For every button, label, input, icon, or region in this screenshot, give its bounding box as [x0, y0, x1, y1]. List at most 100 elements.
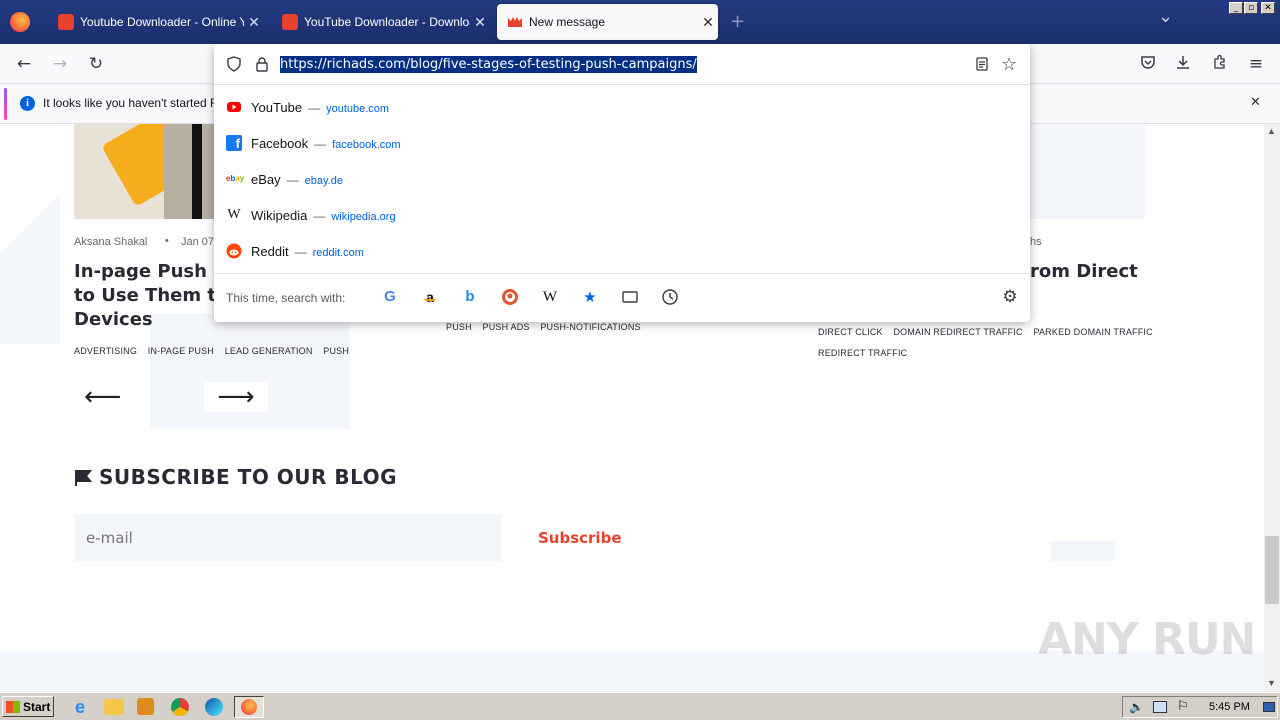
tag-link[interactable]: DOMAIN REDIRECT TRAFFIC — [893, 327, 1022, 337]
article-author[interactable]: Aksana Shakal — [74, 236, 147, 248]
anyrun-watermark: ANY RUN — [1038, 614, 1256, 665]
suggestion-name: YouTube — [251, 99, 303, 115]
suggestion-domain: ebay.de — [304, 174, 343, 187]
network-icon[interactable] — [1153, 701, 1167, 713]
system-tray: 🔈 ⚐ 5:45 PM — [1122, 696, 1278, 718]
reload-icon[interactable]: ↻ — [86, 54, 106, 74]
restore-button[interactable]: ▫ — [1244, 2, 1258, 14]
suggestion-dash: — — [286, 172, 299, 187]
scroll-thumb[interactable] — [1265, 536, 1279, 604]
email-input[interactable] — [74, 514, 502, 561]
firefox-menu-icon[interactable] — [10, 12, 30, 32]
article-thumbnail[interactable] — [74, 124, 214, 219]
tab-new-message[interactable]: New message ✕ — [497, 4, 718, 40]
thumbnail-shape — [164, 124, 214, 219]
tabs-icon[interactable] — [621, 288, 639, 306]
suggestion-dash: — — [294, 244, 307, 259]
new-tab-button[interactable]: + — [730, 11, 745, 32]
list-all-tabs-button[interactable]: ⌄ — [1158, 6, 1173, 27]
close-window-button[interactable]: ✕ — [1261, 2, 1275, 14]
reader-view-icon[interactable] — [974, 56, 990, 77]
forward-icon[interactable]: → — [50, 54, 70, 74]
notification-accent — [4, 88, 7, 120]
thumbnail-shape — [192, 124, 202, 219]
duckduckgo-icon[interactable] — [501, 288, 519, 306]
history-icon[interactable] — [661, 288, 679, 306]
flag-notification-icon[interactable]: ⚐ — [1177, 699, 1189, 714]
edge-icon[interactable] — [205, 698, 223, 716]
downloads-icon[interactable] — [1173, 54, 1193, 74]
tag-link[interactable]: REDIRECT TRAFFIC — [818, 348, 907, 358]
scroll-down-icon[interactable]: ▼ — [1267, 678, 1276, 688]
scroll-up-icon[interactable]: ▲ — [1267, 126, 1276, 136]
tag-link[interactable]: ADVERTISING — [74, 346, 137, 356]
tag-link[interactable]: LEAD GENERATION — [225, 346, 313, 356]
pocket-icon[interactable] — [1138, 54, 1158, 74]
article-tags: PUSH PUSH ADS PUSH-NOTIFICATIONS — [446, 322, 649, 332]
flag-icon — [74, 469, 93, 492]
article-title-line[interactable]: rom Direct — [1030, 260, 1138, 284]
folder-icon[interactable] — [104, 699, 124, 715]
suggestion-reddit[interactable]: Reddit — reddit.com — [214, 233, 1030, 269]
background-shape — [0, 194, 60, 344]
amazon-icon[interactable]: a — [421, 288, 439, 306]
media-player-icon[interactable] — [137, 698, 154, 715]
suggestion-ebay[interactable]: ebay eBay — ebay.de — [214, 161, 1030, 197]
start-button[interactable]: Start — [2, 696, 54, 717]
subscribe-button[interactable]: Subscribe — [538, 529, 622, 547]
tag-link[interactable]: IN-PAGE PUSH — [148, 346, 214, 356]
page-scrollbar[interactable]: ▲ ▼ — [1264, 124, 1280, 692]
app-menu-icon[interactable]: ≡ — [1246, 54, 1266, 74]
wikipedia-icon[interactable]: W — [541, 288, 559, 306]
tag-link[interactable]: PARKED DOMAIN TRAFFIC — [1033, 327, 1152, 337]
chrome-icon[interactable] — [171, 698, 189, 716]
suggestion-name: Reddit — [251, 243, 289, 259]
close-notification-icon[interactable]: ✕ — [1250, 95, 1261, 110]
carousel-next-arrow[interactable]: ⟶ — [204, 382, 268, 412]
suggestion-domain: facebook.com — [332, 138, 401, 151]
bookmarks-icon[interactable]: ★ — [581, 288, 599, 306]
extensions-icon[interactable] — [1210, 54, 1230, 74]
reddit-icon — [226, 243, 242, 259]
tag-link[interactable]: PUSH-NOTIFICATIONS — [540, 322, 640, 332]
windows-taskbar: Start e 🔈 ⚐ 5:45 PM — [0, 692, 1280, 720]
article-tags: ADVERTISING IN-PAGE PUSH LEAD GENERATION… — [74, 346, 357, 356]
tab-label: YouTube Downloader - Download Y — [304, 15, 470, 29]
search-settings-gear-icon[interactable]: ⚙ — [1001, 288, 1019, 306]
close-tab-icon[interactable]: ✕ — [470, 14, 490, 31]
internet-explorer-icon[interactable]: e — [70, 697, 90, 717]
tag-link[interactable]: DIRECT CLICK — [818, 327, 883, 337]
article-title-line[interactable]: In-page Push N — [74, 260, 228, 284]
tag-link[interactable]: PUSH ADS — [483, 322, 530, 332]
minimize-button[interactable]: _ — [1229, 2, 1243, 14]
close-tab-icon[interactable]: ✕ — [698, 14, 718, 31]
article-title-line[interactable]: to Use Them to — [74, 284, 228, 308]
tab-youtube-downloader-1[interactable]: Youtube Downloader - Online Youtu ✕ — [48, 4, 264, 40]
close-tab-icon[interactable]: ✕ — [244, 14, 264, 31]
suggestion-youtube[interactable]: YouTube — youtube.com — [214, 89, 1030, 125]
bing-icon[interactable]: b — [461, 288, 479, 306]
article-tags: DIRECT CLICK DOMAIN REDIRECT TRAFFIC PAR… — [818, 322, 1178, 364]
dropdown-divider — [214, 273, 1030, 274]
lock-icon[interactable] — [254, 56, 270, 77]
youtube-icon — [226, 99, 242, 115]
google-icon[interactable]: G — [381, 288, 399, 306]
suggestion-name: eBay — [251, 171, 281, 187]
tracking-protection-shield-icon[interactable] — [226, 56, 242, 77]
url-input[interactable]: https://richads.com/blog/five-stages-of-… — [280, 56, 697, 73]
clock[interactable]: 5:45 PM — [1209, 701, 1250, 713]
download-favicon-icon — [282, 14, 298, 30]
tag-link[interactable]: PUSH — [323, 346, 349, 356]
carousel-prev-arrow[interactable]: ⟵ — [84, 382, 121, 412]
tag-link[interactable]: PUSH — [446, 322, 472, 332]
firefox-taskbar-button[interactable] — [234, 696, 264, 718]
back-icon[interactable]: ← — [14, 54, 34, 74]
suggestion-facebook[interactable]: f Facebook — facebook.com — [214, 125, 1030, 161]
tab-youtube-downloader-2[interactable]: YouTube Downloader - Download Y ✕ — [272, 4, 490, 40]
article-title-line[interactable]: Devices — [74, 308, 153, 332]
dropdown-divider — [214, 84, 1030, 85]
volume-icon[interactable]: 🔈 — [1129, 700, 1144, 714]
bookmark-star-icon[interactable]: ☆ — [1001, 54, 1017, 75]
show-desktop-icon[interactable] — [1263, 702, 1275, 712]
suggestion-wikipedia[interactable]: W Wikipedia — wikipedia.org — [214, 197, 1030, 233]
